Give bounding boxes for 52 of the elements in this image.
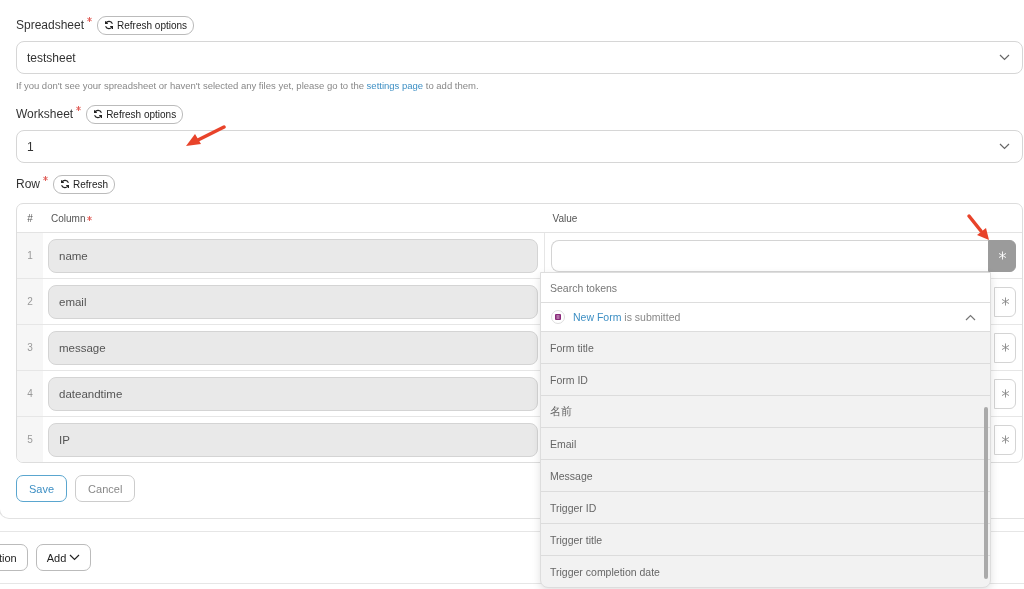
refresh-icon	[93, 109, 104, 119]
select-field[interactable]: 1	[16, 130, 1023, 163]
search-field[interactable]: Search tokens	[541, 273, 990, 303]
refresh-button[interactable]: Refresh options	[86, 104, 184, 124]
row-number: 2	[17, 278, 43, 325]
column-field[interactable]: IP	[48, 422, 538, 457]
help-text: If you don't see your spreadsheet or haven't selected any files yet, please go to the settings page to add them.	[16, 80, 480, 91]
scrollbar-thumb[interactable]	[984, 407, 988, 579]
token-button[interactable]	[988, 239, 1016, 272]
refresh-icon	[60, 179, 70, 189]
form-app-icon	[551, 310, 565, 324]
row-number: 1	[17, 232, 43, 279]
token-item[interactable]: Form title	[541, 332, 990, 364]
asterisk-icon	[1000, 389, 1010, 398]
asterisk-icon	[1000, 435, 1010, 444]
chevron-up-icon	[965, 313, 976, 321]
annotation-arrow	[966, 213, 990, 241]
row-number: 4	[17, 370, 43, 417]
refresh-button[interactable]: Refresh	[53, 174, 116, 194]
toolbar-button[interactable]: tion	[0, 544, 28, 571]
token-button[interactable]	[994, 332, 1016, 363]
row-number: 5	[17, 416, 43, 462]
chevron-down-icon	[999, 54, 1010, 61]
token-group-title: New Form is submitted	[573, 311, 682, 323]
row-number: 3	[17, 324, 43, 371]
field-label: Row	[16, 177, 40, 191]
save-button[interactable]: Save	[16, 475, 68, 502]
field-label: Spreadsheet	[16, 18, 85, 32]
settings-link[interactable]: settings page	[366, 80, 424, 91]
token-button[interactable]	[994, 286, 1016, 317]
column-header: Value	[552, 212, 578, 224]
field-label: Worksheet	[16, 107, 74, 121]
asterisk-icon	[1000, 343, 1010, 352]
toolbar-button[interactable]: Add	[35, 544, 92, 571]
column-header: Column	[51, 212, 95, 224]
cancel-button[interactable]: Cancel	[75, 475, 136, 502]
asterisk-icon	[1000, 297, 1010, 306]
token-button[interactable]	[994, 378, 1016, 409]
chevron-down-icon	[999, 143, 1010, 150]
asterisk-icon	[997, 251, 1007, 260]
column-header: #	[27, 212, 33, 224]
column-field[interactable]: dateandtime	[48, 376, 538, 411]
token-group-header[interactable]: New Form is submitted	[541, 303, 990, 332]
column-field[interactable]: email	[48, 284, 538, 319]
column-field[interactable]: name	[48, 238, 538, 273]
column-field[interactable]: message	[48, 330, 538, 365]
refresh-button[interactable]: Refresh options	[97, 15, 195, 35]
value-field[interactable]	[551, 239, 988, 272]
token-button[interactable]	[994, 424, 1016, 455]
token-item[interactable]: Form ID	[541, 364, 990, 396]
refresh-icon	[104, 20, 115, 30]
select-field[interactable]: testsheet	[16, 41, 1023, 74]
